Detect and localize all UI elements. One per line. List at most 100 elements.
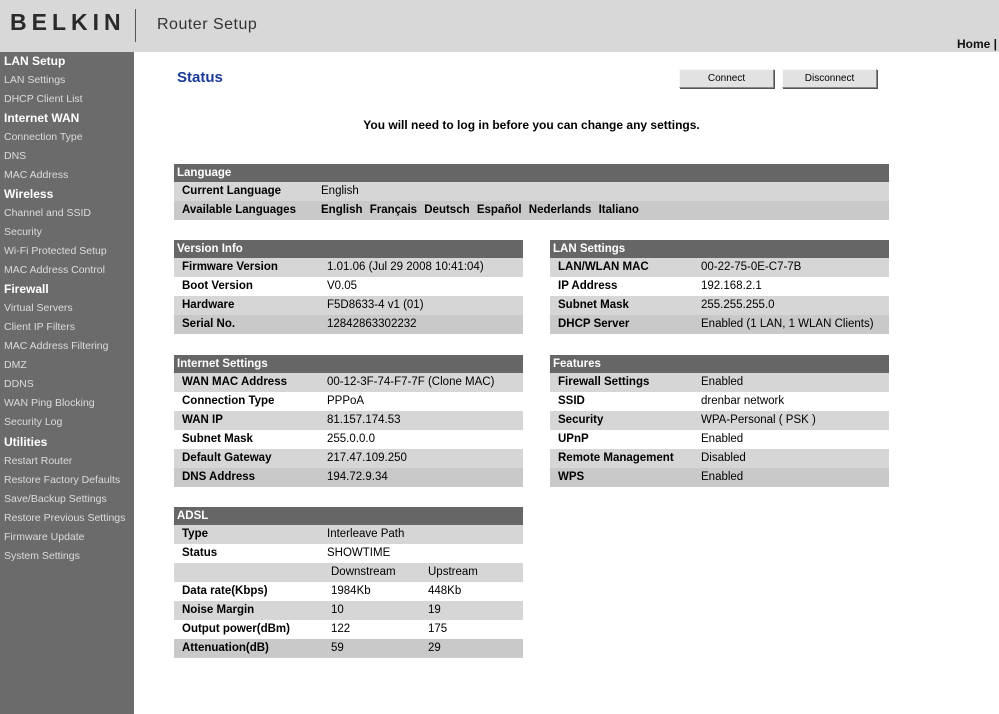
table-row: Subnet Mask 255.255.255.0 [550,296,889,315]
sidebar-section-firewall[interactable]: Firewall [4,282,49,296]
sidebar-item-wps[interactable]: Wi-Fi Protected Setup [4,245,107,257]
sidebar-item-dns[interactable]: DNS [4,150,26,162]
adsl-status-value: SHOWTIME [327,547,391,559]
sidebar-item-security[interactable]: Security [4,226,42,238]
row-label: Firmware Version [182,261,278,273]
row-value: F5D8633-4 v1 (01) [327,299,424,311]
row-label: DHCP Server [558,318,630,330]
panel-header: Language [174,164,889,182]
row-value: Disabled [701,452,746,464]
sidebar-item-channel-ssid[interactable]: Channel and SSID [4,207,91,219]
sidebar-item-dmz[interactable]: DMZ [4,359,27,371]
table-row: WAN IP 81.157.174.53 [174,411,523,430]
belkin-logo: BELKIN [10,9,126,35]
row-label: DNS Address [182,471,256,483]
features-panel: Features Firewall Settings Enabled SSID dr… [550,355,889,487]
row-label: Security [558,414,604,426]
sidebar-section-lan-setup[interactable]: LAN Setup [4,54,65,68]
app-title: Router Setup [157,16,258,33]
sidebar-item-restart-router[interactable]: Restart Router [4,455,72,467]
table-row: Firmware Version 1.01.06 (Jul 29 2008 10:… [174,258,523,277]
row-label: Available Languages [182,204,296,216]
row-value: WPA-Personal ( PSK ) [701,414,816,426]
table-row: Data rate(Kbps) 1984Kb 448Kb [174,582,523,601]
table-row: Remote Management Disabled [550,449,889,468]
panel-header: Features [550,355,889,373]
panel-header: Version Info [174,240,523,258]
sidebar-section-utilities[interactable]: Utilities [4,435,47,449]
language-option-italiano[interactable]: Italiano [599,204,639,216]
current-language-value: English [321,185,359,197]
table-row: Serial No. 12842863302232 [174,315,523,334]
row-label: Serial No. [182,318,236,330]
sidebar-item-save-backup-settings[interactable]: Save/Backup Settings [4,493,107,505]
table-row: Current Language English [174,182,889,201]
sidebar-item-lan-settings[interactable]: LAN Settings [4,74,65,86]
table-row: Default Gateway 217.47.109.250 [174,449,523,468]
table-row: IP Address 192.168.2.1 [550,277,889,296]
sidebar-item-wan-ping-blocking[interactable]: WAN Ping Blocking [4,397,95,409]
language-option-deutsch[interactable]: Deutsch [424,204,469,216]
sidebar-item-mac-address-filtering[interactable]: MAC Address Filtering [4,340,108,352]
table-row: Firewall Settings Enabled [550,373,889,392]
adsl-type-value: Interleave Path [327,528,405,540]
table-row: Output power(dBm) 122 175 [174,620,523,639]
row-label: Status [182,547,218,559]
language-option-espanol[interactable]: Español [477,204,522,216]
row-value: Enabled [701,433,744,445]
connect-button[interactable]: Connect [679,69,774,88]
table-row: Type Interleave Path [174,525,523,544]
internet-settings-panel: Internet Settings WAN MAC Address 00-12-3… [174,355,523,487]
sidebar-item-connection-type[interactable]: Connection Type [4,131,83,143]
upstream-value: 175 [428,623,448,635]
language-panel: Language Current Language English Availa… [174,164,889,220]
header-bar: BELKIN Router Setup Home | [0,0,999,52]
language-option-nederlands[interactable]: Nederlands [529,204,592,216]
language-option-english[interactable]: English [321,204,363,216]
language-options: English Français Deutsch Español Nederla… [321,204,643,216]
row-value: V0.05 [327,280,358,292]
sidebar-section-wireless[interactable]: Wireless [4,187,53,201]
row-label: Type [182,528,208,540]
home-link[interactable]: Home | [957,37,997,51]
row-label: Output power(dBm) [182,623,290,635]
row-value: 00-22-75-0E-C7-7B [701,261,802,273]
sidebar-item-ddns[interactable]: DDNS [4,378,34,390]
row-value: Enabled [701,376,744,388]
sidebar-item-mac-address-control[interactable]: MAC Address Control [4,264,105,276]
row-label: UPnP [558,433,589,445]
table-row: Available Languages English Français Deu… [174,201,889,220]
table-row: Noise Margin 10 19 [174,601,523,620]
sidebar-item-client-ip-filters[interactable]: Client IP Filters [4,321,75,333]
sidebar-section-internet-wan[interactable]: Internet WAN [4,111,79,125]
language-option-francais[interactable]: Français [370,204,417,216]
panel-header: ADSL [174,507,523,525]
row-value: 192.168.2.1 [701,280,762,292]
row-label: Current Language [182,185,282,197]
downstream-value: 59 [331,642,344,654]
page-title: Status [177,69,223,86]
sidebar-item-mac-address[interactable]: MAC Address [4,169,68,181]
row-label: Attenuation(dB) [182,642,269,654]
row-value: Enabled (1 LAN, 1 WLAN Clients) [701,318,874,330]
table-row: DHCP Server Enabled (1 LAN, 1 WLAN Client… [550,315,889,334]
sidebar-item-virtual-servers[interactable]: Virtual Servers [4,302,73,314]
sidebar-item-dhcp-client-list[interactable]: DHCP Client List [4,93,83,105]
table-row: Boot Version V0.05 [174,277,523,296]
sidebar-item-firmware-update[interactable]: Firmware Update [4,531,85,543]
disconnect-button[interactable]: Disconnect [782,69,877,88]
table-row: DNS Address 194.72.9.34 [174,468,523,487]
row-label: Default Gateway [182,452,272,464]
upstream-value: 29 [428,642,441,654]
downstream-value: 1984Kb [331,585,371,597]
sidebar-item-system-settings[interactable]: System Settings [4,550,80,562]
sidebar-item-restore-factory-defaults[interactable]: Restore Factory Defaults [4,474,120,486]
row-label: WPS [558,471,585,483]
table-row: UPnP Enabled [550,430,889,449]
row-label: Data rate(Kbps) [182,585,268,597]
sidebar-item-restore-previous-settings[interactable]: Restore Previous Settings [4,512,125,524]
row-label: SSID [558,395,585,407]
row-label: LAN/WLAN MAC [558,261,649,273]
sidebar-item-security-log[interactable]: Security Log [4,416,62,428]
row-label: WAN MAC Address [182,376,287,388]
